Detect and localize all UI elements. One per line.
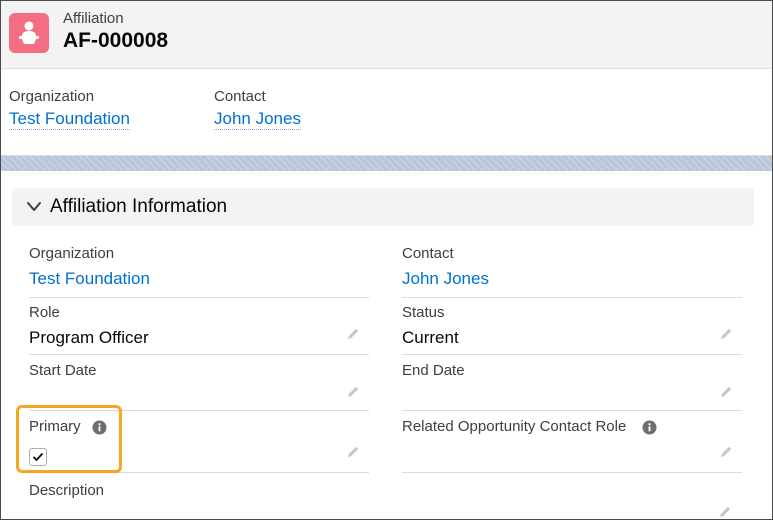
contact-value-link[interactable]: John Jones: [402, 269, 489, 289]
affiliation-icon: [9, 13, 49, 53]
detail-content: Affiliation Information Organization Tes…: [1, 171, 772, 520]
field-organization: Organization Test Foundation: [29, 245, 369, 298]
field-role: Role Program Officer: [29, 304, 369, 355]
header-divider-band: [1, 155, 772, 171]
field-label: Description: [29, 482, 105, 499]
info-icon[interactable]: [642, 420, 657, 435]
field-label: End Date: [402, 362, 465, 379]
pencil-icon[interactable]: [717, 504, 733, 520]
organization-value-link[interactable]: Test Foundation: [29, 269, 150, 289]
highlight-contact: Contact John Jones: [214, 88, 301, 130]
status-value: Current: [402, 328, 459, 347]
contact-link[interactable]: John Jones: [214, 109, 301, 130]
object-label: Affiliation: [63, 10, 124, 27]
highlights-panel: Organization Test Foundation Contact Joh…: [1, 69, 772, 155]
field-label: Status: [402, 304, 445, 321]
field-label: Role: [29, 304, 60, 321]
pencil-icon[interactable]: [345, 326, 361, 342]
field-status: Status Current: [402, 304, 742, 355]
primary-highlight-annotation: [16, 405, 122, 473]
section-header-affiliation-information[interactable]: Affiliation Information: [12, 188, 754, 226]
field-label: Related Opportunity Contact Role: [402, 418, 627, 435]
record-page: Affiliation AF-000008 Organization Test …: [0, 0, 773, 520]
field-end-date: End Date: [402, 362, 742, 411]
organization-link[interactable]: Test Foundation: [9, 109, 130, 130]
field-label: Contact: [402, 245, 454, 262]
role-value: Program Officer: [29, 328, 149, 347]
pencil-icon[interactable]: [345, 384, 361, 400]
field-start-date: Start Date: [29, 362, 369, 411]
section-title: Affiliation Information: [50, 196, 228, 217]
highlight-organization: Organization Test Foundation: [9, 88, 130, 130]
pencil-icon[interactable]: [345, 444, 361, 460]
highlight-label: Contact: [214, 88, 266, 105]
pencil-icon[interactable]: [718, 326, 734, 342]
chevron-down-icon: [27, 202, 41, 211]
record-name: AF-000008: [63, 29, 169, 52]
highlight-label: Organization: [9, 88, 95, 105]
field-description: Description: [29, 482, 741, 520]
pencil-icon[interactable]: [718, 444, 734, 460]
record-header: Affiliation AF-000008: [1, 1, 772, 69]
field-label: Start Date: [29, 362, 97, 379]
field-contact: Contact John Jones: [402, 245, 742, 298]
field-related-opportunity-contact-role: Related Opportunity Contact Role: [402, 418, 742, 473]
pencil-icon[interactable]: [718, 384, 734, 400]
field-label: Organization: [29, 245, 115, 262]
